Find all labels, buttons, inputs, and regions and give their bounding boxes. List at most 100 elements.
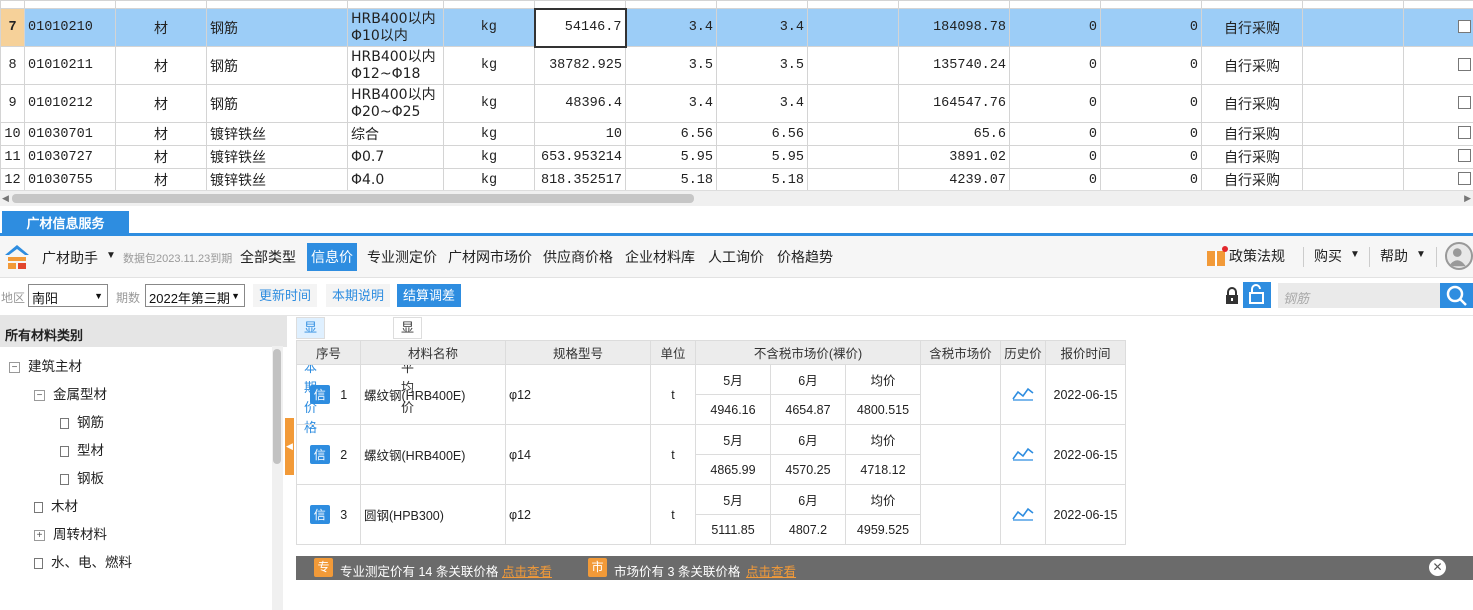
chevron-down-icon[interactable]: ▼ (106, 250, 116, 261)
material-spec[interactable]: Φ0.7 (347, 145, 444, 169)
empty-cell[interactable] (1302, 122, 1404, 146)
unit[interactable]: kg (443, 168, 535, 190)
price-may[interactable]: 4946.16 (695, 394, 771, 425)
help-menu[interactable]: 帮助 (1380, 246, 1408, 266)
tree-item-building-materials[interactable]: − 建筑主材 (9, 355, 82, 375)
checkbox-cell[interactable] (1403, 168, 1473, 190)
collapse-icon[interactable]: − (9, 361, 20, 373)
price-may[interactable]: 4865.99 (695, 454, 771, 485)
empty-cell[interactable] (1302, 168, 1404, 190)
tab-price-trend[interactable]: 价格趋势 (773, 243, 837, 271)
material-type[interactable]: 材 (115, 8, 207, 47)
region-select[interactable]: 南阳 ▼ (28, 284, 108, 307)
update-time-button[interactable]: 更新时间 (253, 284, 318, 307)
unit[interactable]: kg (443, 122, 535, 146)
supply-method[interactable]: 自行采购 (1201, 8, 1303, 47)
material-spec[interactable]: Φ4.0 (347, 168, 444, 190)
material-name[interactable]: 钢筋 (206, 84, 348, 123)
collapse-icon[interactable]: − (34, 389, 45, 401)
table-row[interactable]: 12 01030755 材 镀锌铁丝 Φ4.0 kg 818.352517 5.… (0, 168, 1473, 190)
material-spec[interactable]: HRB400以内 Φ20~Φ25 (347, 84, 444, 123)
expand-icon[interactable]: + (34, 529, 45, 541)
price-cell[interactable]: 6.56 (716, 122, 808, 146)
tree-item-utilities-fuel[interactable]: 水、电、燃料 (34, 551, 132, 571)
table-row[interactable]: 11 01030727 材 镀锌铁丝 Φ0.7 kg 653.953214 5.… (0, 145, 1473, 169)
unit[interactable]: kg (443, 46, 535, 85)
price-cell[interactable]: 3.4 (716, 84, 808, 123)
price-cell[interactable]: 5.18 (625, 168, 717, 190)
table-row[interactable]: 9 01010212 材 钢筋 HRB400以内 Φ20~Φ25 kg 48396… (0, 84, 1473, 123)
amount-cell[interactable]: 4239.07 (898, 168, 1010, 190)
price-cell[interactable]: 6.56 (625, 122, 717, 146)
price-cell[interactable] (807, 84, 899, 123)
chevron-down-icon[interactable]: ▼ (1416, 249, 1426, 260)
unlock-button[interactable] (1243, 282, 1271, 308)
price-cell[interactable]: 5.95 (625, 145, 717, 169)
empty-cell[interactable] (1302, 84, 1404, 123)
buy-menu[interactable]: 购买 (1314, 246, 1342, 266)
material-code[interactable]: 01030701 (24, 122, 116, 146)
scrollbar-thumb[interactable] (12, 194, 694, 203)
material-name[interactable]: 镀锌铁丝 (206, 145, 348, 169)
quantity-cell[interactable]: 54146.7 (533, 7, 627, 48)
quantity-cell[interactable]: 818.352517 (534, 168, 626, 190)
amount-cell[interactable]: 184098.78 (898, 8, 1010, 47)
amount-cell[interactable]: 164547.76 (898, 84, 1010, 123)
scrollbar-thumb[interactable] (273, 349, 281, 464)
empty-cell[interactable] (1302, 8, 1404, 47)
empty-cell[interactable] (1302, 145, 1404, 169)
material-spec[interactable]: HRB400以内 Φ12~Φ18 (347, 46, 444, 85)
material-spec[interactable]: HRB400以内 Φ10以内 (347, 8, 444, 47)
search-input[interactable]: 钢筋 (1278, 283, 1440, 308)
table-row[interactable]: 7 01010210 材 钢筋 HRB400以内 Φ10以内 kg 54146.7… (0, 7, 1473, 48)
history-cell[interactable] (1000, 364, 1046, 425)
amount-cell[interactable]: 135740.24 (898, 46, 1010, 85)
price-cell[interactable] (807, 46, 899, 85)
material-type[interactable]: 材 (115, 168, 207, 190)
scroll-right-arrow-icon[interactable]: ▶ (1464, 193, 1471, 204)
material-type[interactable]: 材 (115, 122, 207, 146)
material-name[interactable]: 镀锌铁丝 (206, 168, 348, 190)
material-code[interactable]: 01010211 (24, 46, 116, 85)
material-name[interactable]: 螺纹钢(HRB400E) (360, 364, 506, 425)
amount-cell[interactable]: 65.6 (898, 122, 1010, 146)
tree-item-sections[interactable]: 型材 (60, 439, 104, 459)
history-cell[interactable] (1000, 484, 1046, 545)
price-in-tax-cell[interactable] (920, 424, 1001, 485)
horizontal-scrollbar[interactable]: ◀ ▶ (0, 190, 1473, 206)
trend-chart-icon[interactable] (1012, 445, 1034, 461)
table-row[interactable]: 信 1 螺纹钢(HRB400E) φ12 t 5月 6月 均价 2022-06-… (296, 364, 1126, 425)
quantity-cell[interactable]: 653.953214 (534, 145, 626, 169)
price-cell[interactable]: 3.4 (625, 84, 717, 123)
material-type[interactable]: 材 (115, 46, 207, 85)
unit[interactable]: kg (443, 84, 535, 123)
price-cell[interactable] (807, 145, 899, 169)
material-name[interactable]: 钢筋 (206, 46, 348, 85)
tab-market-price[interactable]: 广材网市场价 (444, 243, 536, 271)
checkbox-cell[interactable] (1403, 84, 1473, 123)
trend-chart-icon[interactable] (1012, 505, 1034, 521)
material-type[interactable]: 材 (115, 84, 207, 123)
price-average[interactable]: 4718.12 (845, 454, 921, 485)
tree-scrollbar[interactable] (272, 346, 283, 610)
lock-icon[interactable] (1223, 287, 1241, 305)
tab-enterprise-library[interactable]: 企业材料库 (621, 243, 699, 271)
tab-material-info-service[interactable]: 广材信息服务 (2, 211, 129, 236)
material-code[interactable]: 01030755 (24, 168, 116, 190)
price-cell[interactable]: 5.95 (716, 145, 808, 169)
period-select[interactable]: 2022年第三期 ▼ (145, 284, 245, 307)
price-cell[interactable]: 3.5 (625, 46, 717, 85)
quantity-cell[interactable]: 38782.925 (534, 46, 626, 85)
value-cell[interactable]: 0 (1100, 46, 1202, 85)
collapse-handle-icon[interactable]: ◀ (285, 418, 294, 475)
supply-method[interactable]: 自行采购 (1201, 46, 1303, 85)
assistant-menu[interactable]: 广材助手 (42, 248, 98, 268)
material-name[interactable]: 钢筋 (206, 8, 348, 47)
price-average[interactable]: 4800.515 (845, 394, 921, 425)
history-cell[interactable] (1000, 424, 1046, 485)
tab-all-types[interactable]: 全部类型 (236, 243, 300, 271)
unit[interactable]: kg (443, 8, 535, 47)
policy-link[interactable]: 政策法规 (1229, 246, 1285, 266)
close-icon[interactable]: ✕ (1429, 559, 1446, 576)
value-cell[interactable]: 0 (1100, 122, 1202, 146)
